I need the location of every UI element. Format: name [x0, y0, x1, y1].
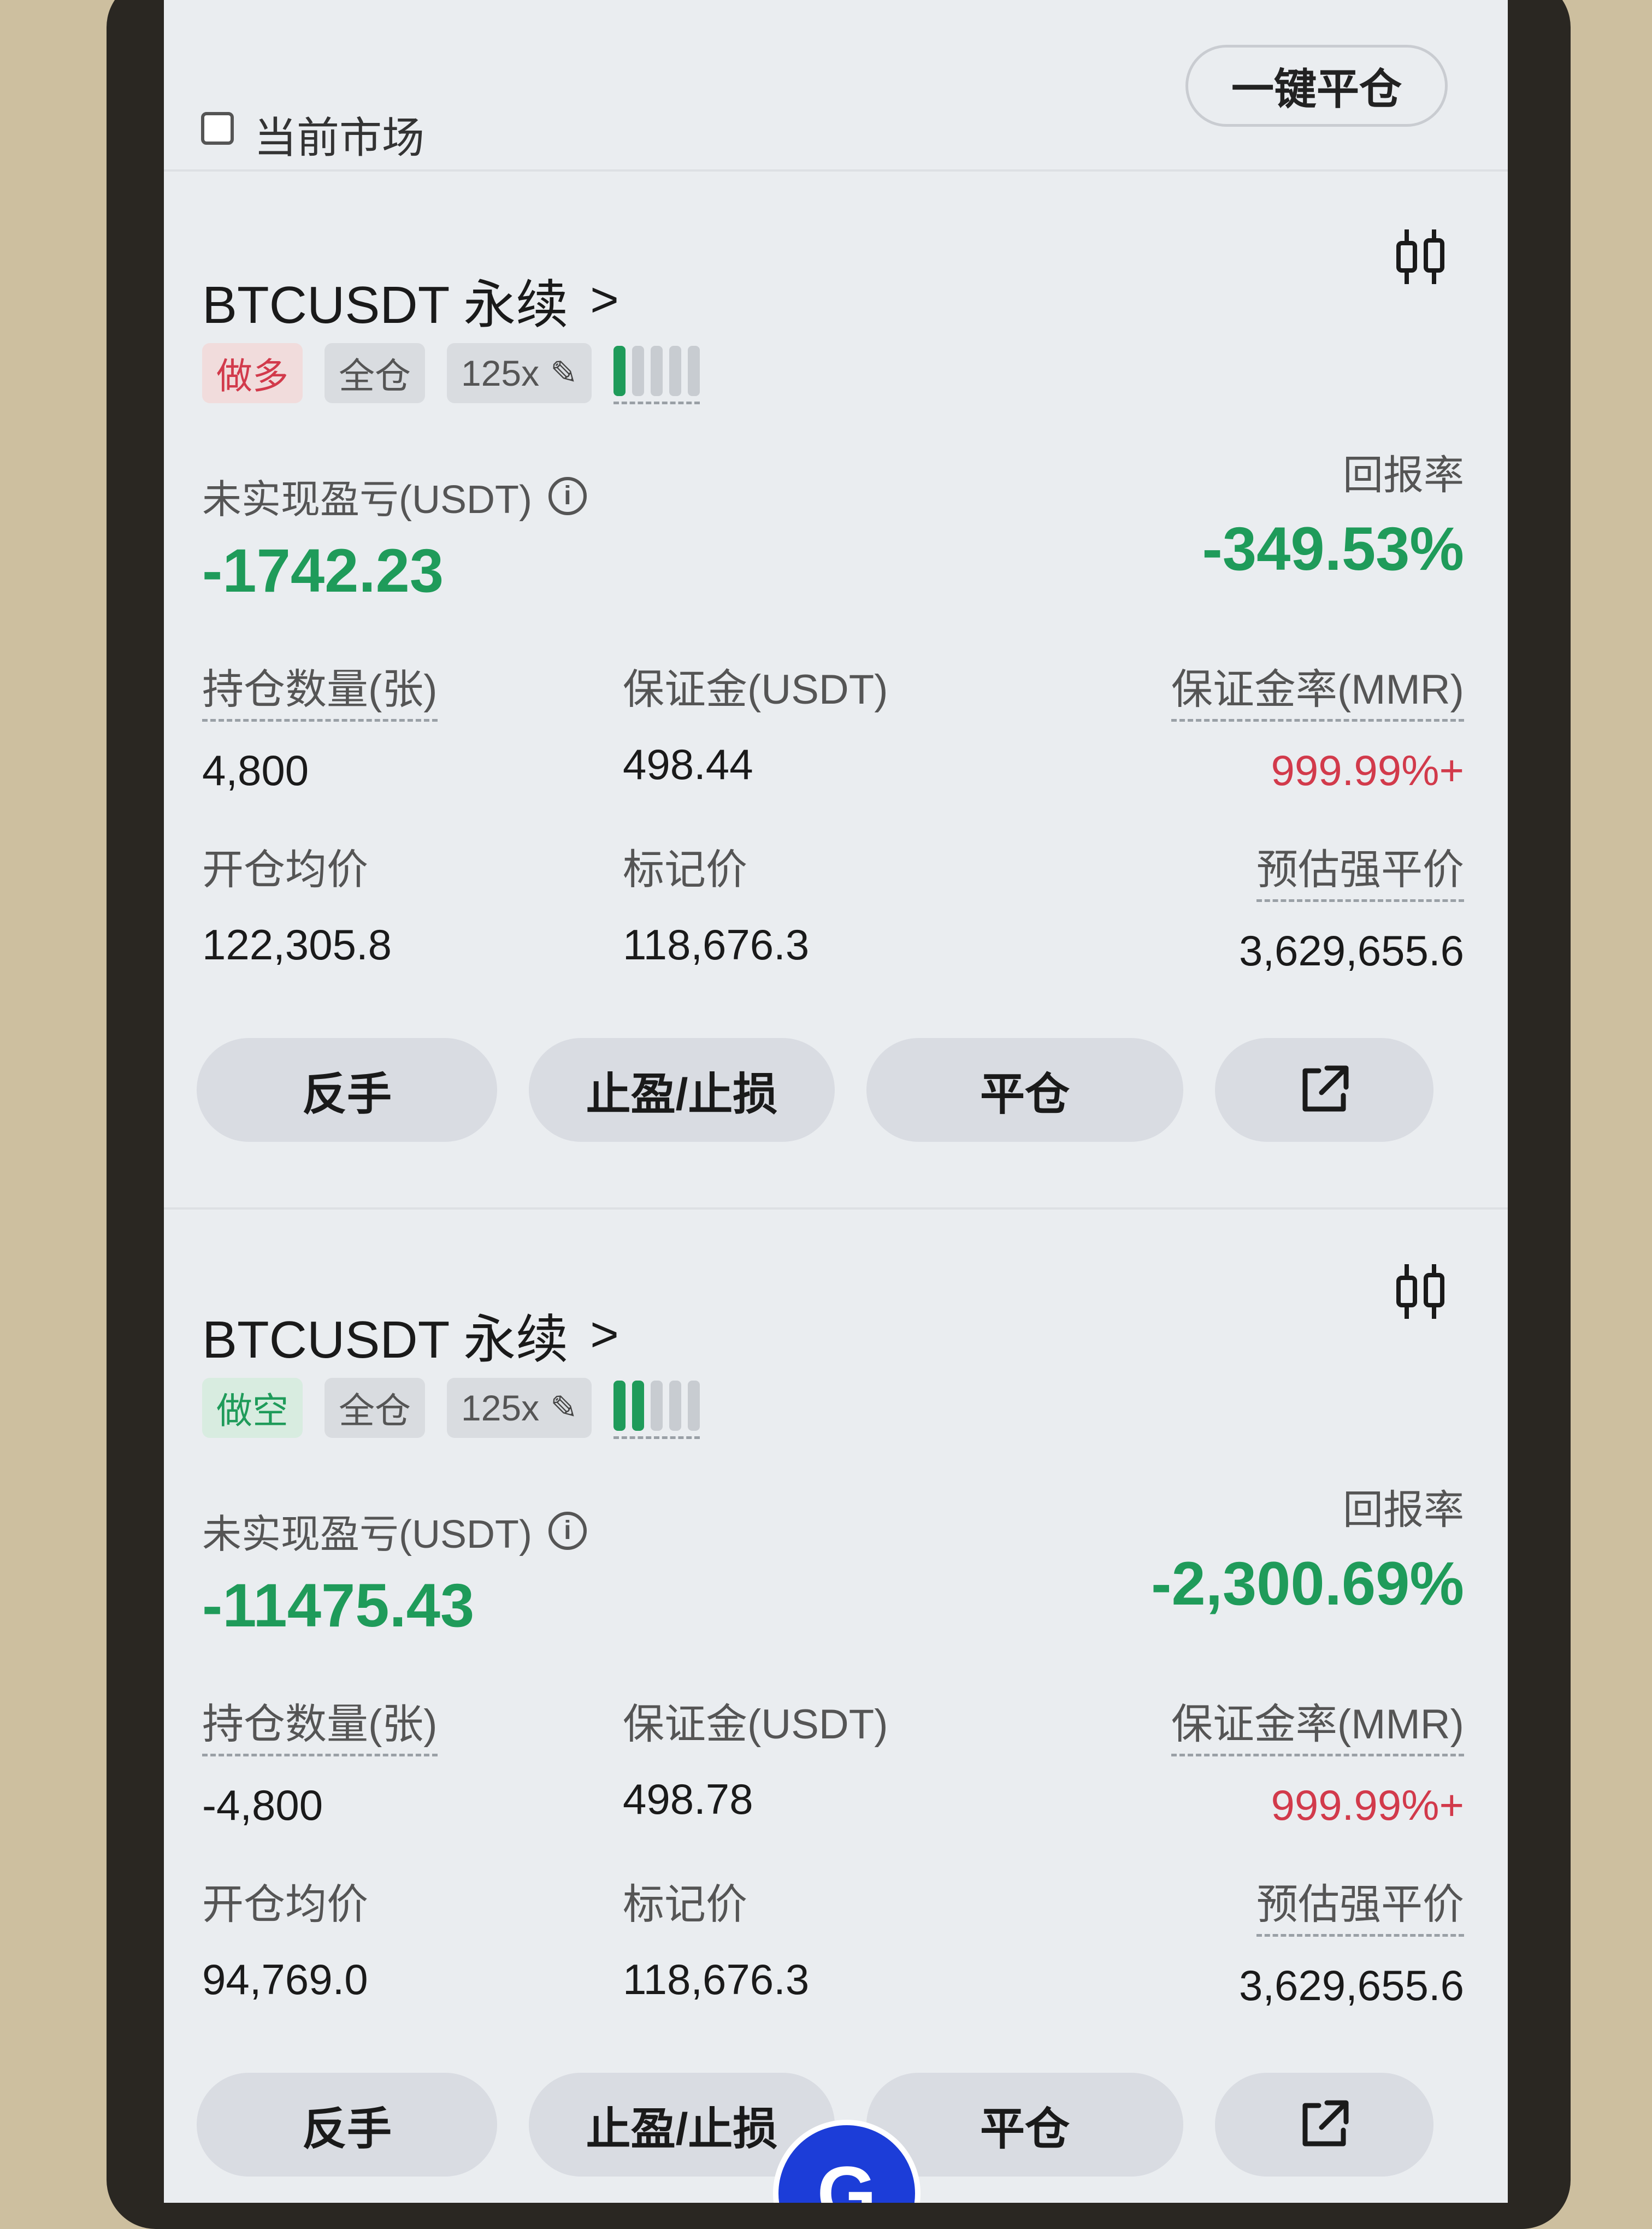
screen: 当前市场 一键平仓 BTCUSDT 永续 > 做多 全仓 125x ✎ 未实现盈	[164, 0, 1508, 2203]
close-all-button[interactable]: 一键平仓	[1185, 45, 1448, 127]
reverse-button[interactable]: 反手	[197, 2073, 497, 2177]
roe-label: 回报率	[1343, 1487, 1464, 1532]
roe-label: 回报率	[1343, 452, 1464, 498]
position-card-long: BTCUSDT 永续 > 做多 全仓 125x ✎ 未实现盈亏(USDT) i …	[164, 175, 1508, 1202]
risk-level-indicator[interactable]	[613, 1376, 700, 1439]
position-tags: 做空 全仓 125x ✎	[202, 1376, 700, 1439]
position-title-row[interactable]: BTCUSDT 永续 >	[202, 1297, 619, 1373]
candlestick-icon[interactable]	[1393, 1261, 1448, 1322]
position-card-short: BTCUSDT 永续 > 做空 全仓 125x ✎ 未实现盈亏(USDT) i …	[164, 1207, 1508, 2203]
margin-value: 498.78	[623, 1775, 753, 1823]
unrealized-pnl-label: 未实现盈亏(USDT) i	[202, 467, 587, 524]
mark-price-value: 118,676.3	[623, 1955, 810, 2003]
leverage-value: 125x	[461, 352, 540, 393]
margin-label: 保证金(USDT)	[623, 667, 888, 713]
tp-sl-button[interactable]: 止盈/止损	[529, 1038, 835, 1142]
edit-icon: ✎	[550, 1389, 578, 1426]
leverage-badge[interactable]: 125x ✎	[447, 343, 592, 403]
unrealized-pnl-value: -1742.23	[202, 536, 444, 605]
chevron-right-icon: >	[590, 273, 619, 327]
mmr-label[interactable]: 保证金率(MMR)	[1171, 656, 1464, 722]
leverage-badge[interactable]: 125x ✎	[447, 1377, 592, 1438]
mark-price-value: 118,676.3	[623, 921, 810, 969]
info-icon[interactable]: i	[548, 476, 587, 515]
risk-level-indicator[interactable]	[613, 341, 700, 404]
share-icon	[1302, 1065, 1349, 1112]
candlestick-icon[interactable]	[1393, 227, 1448, 287]
edit-icon: ✎	[550, 354, 578, 391]
liq-price-value: 3,629,655.6	[1238, 927, 1464, 975]
share-icon	[1302, 2100, 1349, 2147]
top-bar: 当前市场 一键平仓	[164, 0, 1508, 172]
mmr-value: 999.99%+	[1271, 746, 1464, 794]
entry-price-value: 122,305.8	[202, 921, 392, 969]
roe-value: -349.53%	[1202, 515, 1464, 583]
margin-label: 保证金(USDT)	[623, 1701, 888, 1748]
margin-mode-badge: 全仓	[324, 1377, 425, 1438]
roe-value: -2,300.69%	[1151, 1549, 1464, 1618]
margin-value: 498.44	[623, 740, 753, 788]
position-symbol: BTCUSDT 永续	[202, 1311, 569, 1369]
info-icon[interactable]: i	[548, 1511, 587, 1550]
margin-mode-badge: 全仓	[324, 343, 425, 403]
position-title-row[interactable]: BTCUSDT 永续 >	[202, 262, 619, 338]
mmr-label[interactable]: 保证金率(MMR)	[1171, 1690, 1464, 1756]
entry-price-label: 开仓均价	[202, 1882, 368, 1928]
liq-price-label[interactable]: 预估强平价	[1256, 1871, 1464, 1937]
liq-price-value: 3,629,655.6	[1238, 1961, 1464, 2009]
mmr-value: 999.99%+	[1271, 1781, 1464, 1829]
position-tags: 做多 全仓 125x ✎	[202, 341, 700, 404]
size-label[interactable]: 持仓数量(张)	[202, 656, 438, 722]
position-details: 持仓数量(张) 4,800 保证金(USDT) 498.44 保证金率(MMR) 99…	[202, 656, 1464, 1005]
entry-price-value: 94,769.0	[202, 1955, 368, 2003]
reverse-button[interactable]: 反手	[197, 1038, 497, 1142]
entry-price-label: 开仓均价	[202, 847, 368, 893]
size-label[interactable]: 持仓数量(张)	[202, 1690, 438, 1756]
side-badge: 做空	[202, 1377, 303, 1438]
unrealized-pnl-value: -11475.43	[202, 1571, 475, 1640]
close-position-button[interactable]: 平仓	[866, 2073, 1183, 2177]
share-button[interactable]	[1215, 2073, 1433, 2177]
close-position-button[interactable]: 平仓	[866, 1038, 1183, 1142]
chevron-right-icon: >	[590, 1307, 619, 1362]
current-market-label: 当前市场	[254, 114, 425, 162]
position-details: 持仓数量(张) -4,800 保证金(USDT) 498.78 保证金率(MMR) 9…	[202, 1690, 1464, 2040]
current-market-checkbox[interactable]	[201, 112, 234, 145]
size-value: -4,800	[202, 1781, 323, 1829]
share-button[interactable]	[1215, 1038, 1433, 1142]
size-value: 4,800	[202, 746, 309, 794]
side-badge: 做多	[202, 343, 303, 403]
mark-price-label: 标记价	[623, 1882, 747, 1928]
mark-price-label: 标记价	[623, 847, 747, 893]
liq-price-label[interactable]: 预估强平价	[1256, 836, 1464, 902]
position-symbol: BTCUSDT 永续	[202, 276, 569, 334]
position-actions: 反手 止盈/止损 平仓	[197, 1038, 1475, 1142]
leverage-value: 125x	[461, 1387, 540, 1428]
unrealized-pnl-label: 未实现盈亏(USDT) i	[202, 1502, 587, 1559]
